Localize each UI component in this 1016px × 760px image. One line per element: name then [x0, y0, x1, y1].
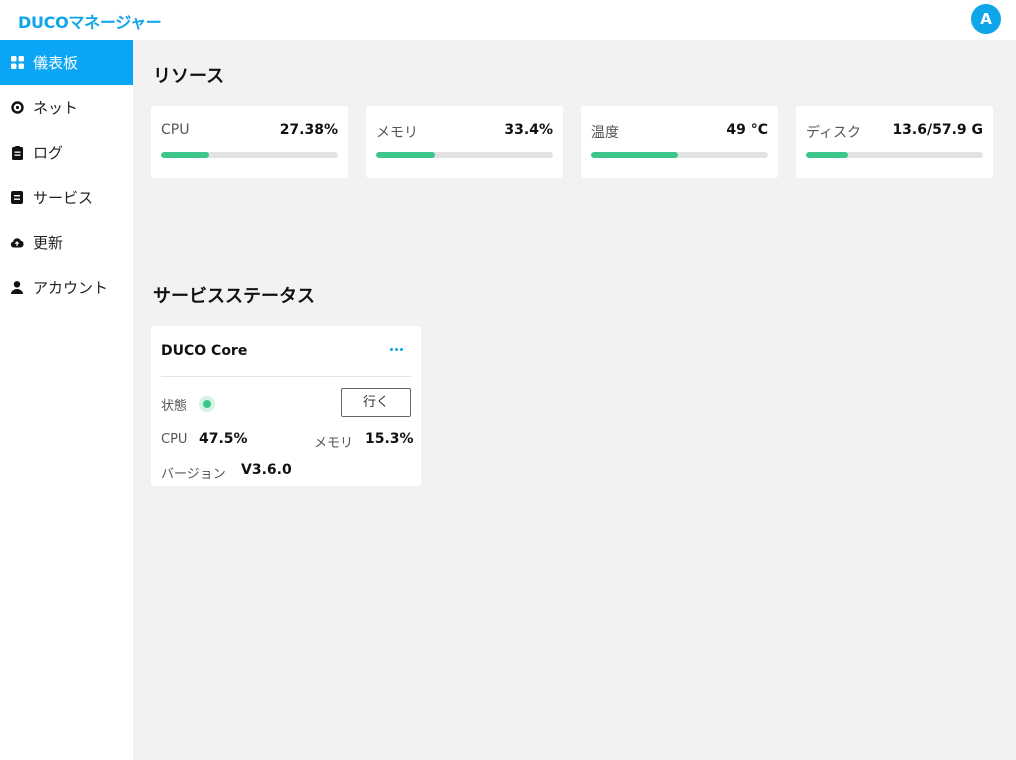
resource-value: 13.6/57.9 G [892, 122, 983, 138]
cpu-label: CPU [161, 432, 188, 447]
sidebar-item-log[interactable]: ログ [0, 130, 133, 175]
progress-bar [806, 152, 983, 158]
user-icon [10, 281, 24, 295]
sidebar-item-label: ログ [33, 144, 64, 162]
status-indicator [199, 396, 215, 412]
sidebar-item-label: 更新 [33, 234, 64, 252]
resource-label: ディスク [806, 125, 862, 141]
grid-icon [10, 56, 24, 70]
sidebar-item-update[interactable]: 更新 [0, 220, 133, 265]
progress-bar [591, 152, 768, 158]
resource-value: 33.4% [504, 122, 553, 138]
sidebar-item-label: アカウント [33, 279, 109, 297]
resource-label: メモリ [376, 125, 418, 141]
resource-card-memory: メモリ 33.4% [366, 106, 563, 178]
sidebar-item-label: ネット [33, 99, 79, 117]
avatar[interactable]: A [971, 4, 1001, 34]
clipboard-icon [10, 145, 24, 160]
sidebar-item-services[interactable]: サービス [0, 175, 133, 220]
go-button[interactable]: 行く [341, 388, 411, 417]
sidebar-item-network[interactable]: ネット [0, 85, 133, 130]
cloud-icon [10, 236, 24, 250]
resource-label: 温度 [591, 125, 619, 141]
version-value: V3.6.0 [241, 462, 292, 478]
resource-value: 49 °C [726, 122, 768, 138]
progress-bar [161, 152, 338, 158]
resource-card-disk: ディスク 13.6/57.9 G [796, 106, 993, 178]
services-title: サービスステータス [153, 286, 315, 307]
version-label: バージョン [161, 467, 226, 482]
divider [161, 376, 411, 377]
status-label: 状態 [161, 399, 188, 414]
resources-title: リソース [153, 66, 225, 87]
progress-fill [591, 152, 678, 158]
sidebar: 儀表板 ネット ログ サービス 更新 アカウント [0, 40, 133, 760]
progress-fill [376, 152, 436, 158]
progress-fill [161, 152, 209, 158]
progress-bar [376, 152, 553, 158]
resource-card-temperature: 温度 49 °C [581, 106, 778, 178]
sidebar-item-label: サービス [33, 189, 94, 207]
more-icon[interactable] [387, 342, 405, 356]
sidebar-item-label: 儀表板 [33, 54, 79, 72]
sidebar-item-dashboard[interactable]: 儀表板 [0, 40, 133, 85]
top-bar: DUCOマネージャー A [0, 0, 1016, 40]
resource-value: 27.38% [279, 122, 338, 138]
service-name: DUCO Core [161, 343, 248, 359]
service-card: DUCO Core 状態 行く CPU 47.5% メモリ 15.3% バージョ… [151, 326, 421, 486]
sidebar-item-account[interactable]: アカウント [0, 265, 133, 310]
resource-label: CPU [161, 122, 190, 138]
resource-card-cpu: CPU 27.38% [151, 106, 348, 178]
circle-icon [10, 101, 24, 115]
progress-fill [806, 152, 848, 158]
service-icon [10, 191, 24, 205]
memory-value: 15.3% [365, 431, 414, 447]
cpu-value: 47.5% [199, 431, 248, 447]
app-title[interactable]: DUCOマネージャー [18, 9, 162, 33]
memory-label: メモリ [314, 436, 354, 451]
